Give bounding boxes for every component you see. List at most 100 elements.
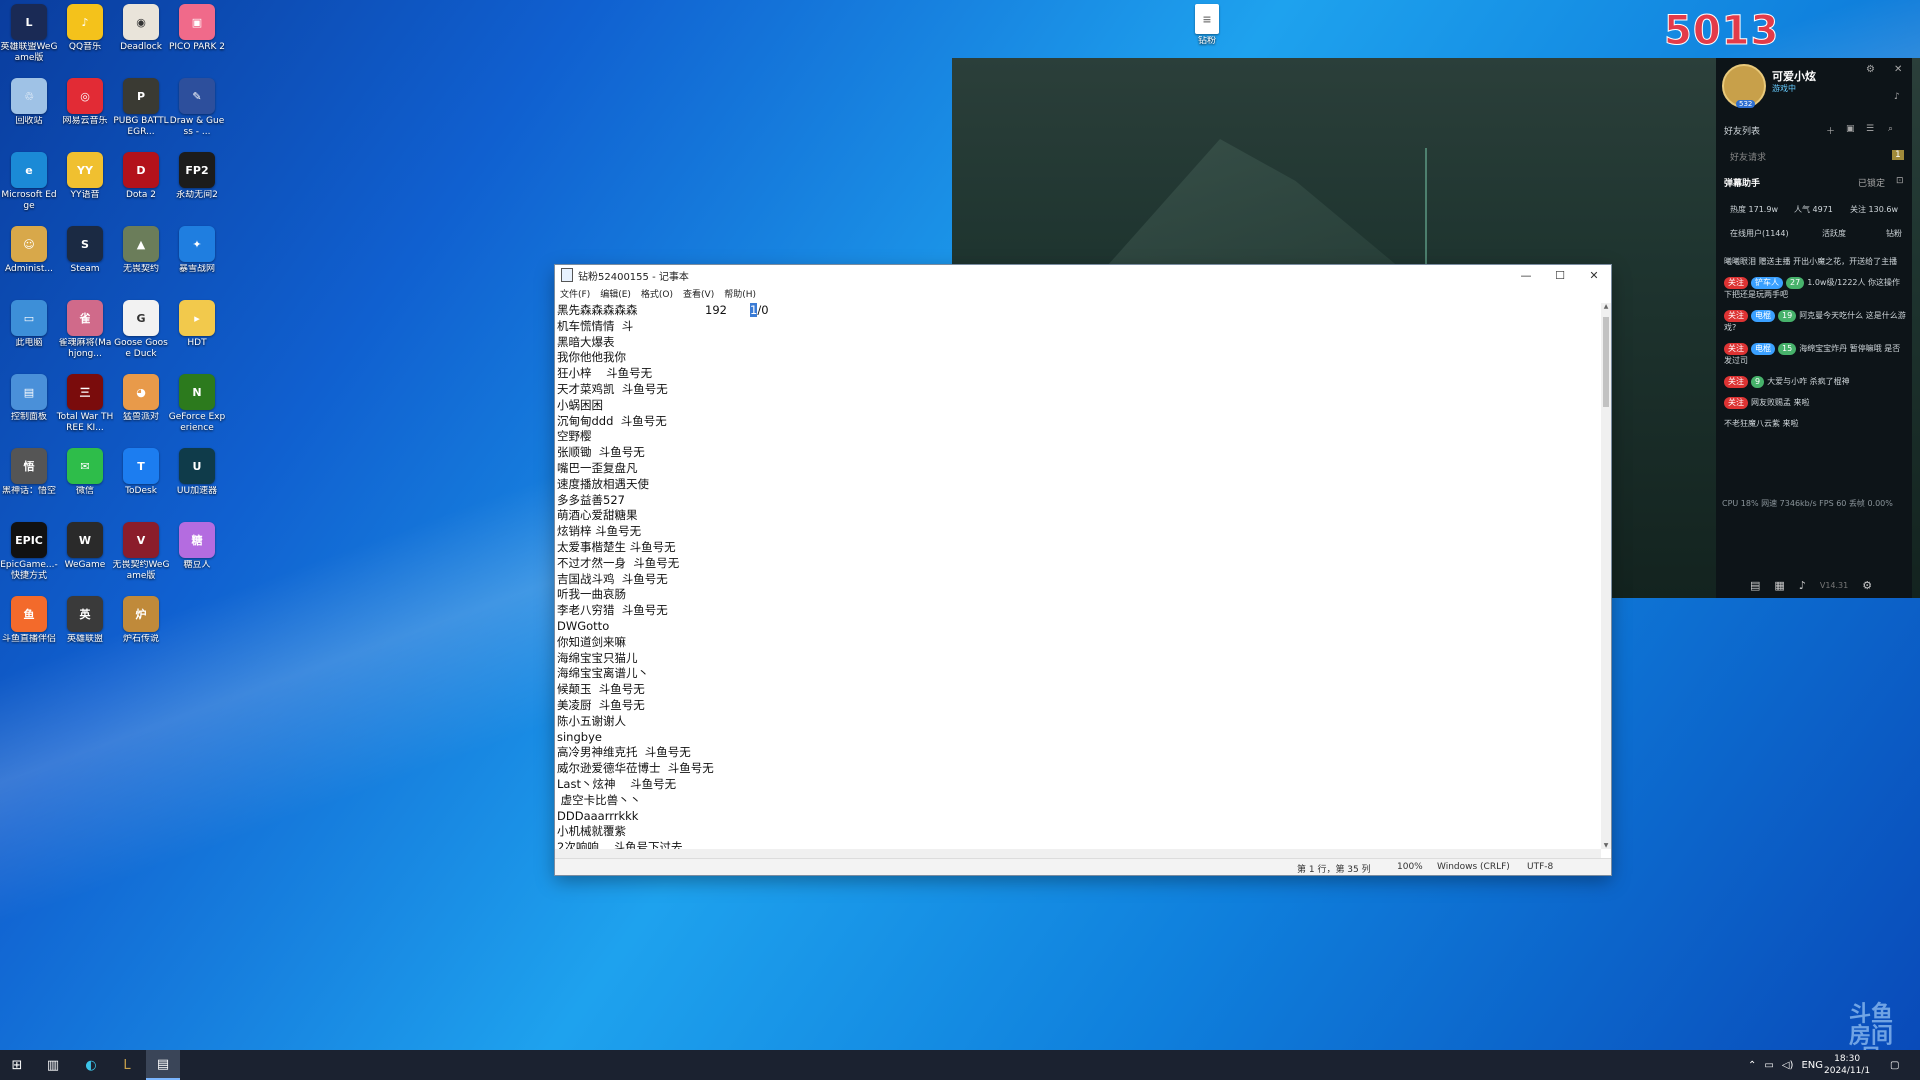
desktop-icon[interactable]: T ToDesk xyxy=(112,448,170,497)
notepad-window[interactable]: 钻粉52400155 - 记事本 — ☐ ✕ 文件(F) 编辑(E) 格式(O)… xyxy=(555,265,1611,875)
tab-diamond-fans[interactable]: 钻粉 xyxy=(1886,228,1902,239)
desktop-icon[interactable]: YY YY语音 xyxy=(56,152,114,201)
tab-activity[interactable]: 活跃度 xyxy=(1822,228,1846,239)
list-icon[interactable]: ☰ xyxy=(1866,124,1874,134)
desktop-icon[interactable]: ✉ 微信 xyxy=(56,448,114,497)
qqmusic-icon: ♪ xyxy=(67,4,103,40)
text-line: DWGotto xyxy=(557,618,610,633)
desktop-icon[interactable]: U UU加速器 xyxy=(168,448,226,497)
desktop-icon[interactable]: EPIC EpicGame...- 快捷方式 xyxy=(0,522,58,582)
desktop-icon[interactable]: ◎ 网易云音乐 xyxy=(56,78,114,127)
settings-icon[interactable]: ⚙ xyxy=(1866,64,1875,75)
text-editor[interactable]: 黑先森森森森森 192 1/0 机车慌情情 斗黑暗大爆表 我你他他我你 狂小梓 斗鱼号无… xyxy=(555,303,1601,849)
hearthstone-icon: 炉 xyxy=(123,596,159,632)
notification-icon[interactable]: ▢ xyxy=(1890,1050,1899,1080)
desktop-icon[interactable]: ✎ Draw & Guess - ... xyxy=(168,78,226,138)
deadlock-icon: ◉ xyxy=(123,4,159,40)
vertical-scrollbar[interactable]: ▲ ▼ xyxy=(1601,303,1611,849)
desktop-icon[interactable]: ▸ HDT xyxy=(168,300,226,349)
notepad-taskbar-button[interactable]: ▤ xyxy=(146,1050,180,1080)
close-button[interactable]: ✕ xyxy=(1577,265,1611,285)
lol2-icon: 英 xyxy=(67,596,103,632)
desktop-icon[interactable]: FP2 永劫无间2 xyxy=(168,152,226,201)
chat-text: 大爱与小咋 杀疯了棍神 xyxy=(1767,377,1850,386)
desktop-icon-label: 炉石传说 xyxy=(122,634,159,644)
desktop-icon[interactable]: 悟黑神话：悟空 xyxy=(0,448,58,497)
desktop-file-zuanfen[interactable]: ≡ 钻粉 xyxy=(1178,4,1236,47)
desktop-icon[interactable]: W WeGame xyxy=(56,522,114,571)
desktop-icon[interactable]: ◕ 猛兽派对 xyxy=(112,374,170,423)
desktop-icon[interactable]: 鱼斗鱼直播伴侣 xyxy=(0,596,58,645)
desktop-icon[interactable]: ☺ Administ... xyxy=(0,226,58,275)
desktop-icon[interactable]: 雀雀魂麻将(Mahjong... xyxy=(56,300,114,360)
menu-edit[interactable]: 编辑(E) xyxy=(595,287,636,300)
network-icon[interactable]: ▭ xyxy=(1764,1060,1773,1071)
desktop-icon-label: WeGame xyxy=(64,560,106,570)
encoding: UTF-8 xyxy=(1527,862,1554,872)
title-bar[interactable]: 钻粉52400155 - 记事本 — ☐ ✕ xyxy=(555,265,1611,285)
scroll-down-icon[interactable]: ▼ xyxy=(1601,842,1611,849)
search-icon[interactable]: ⌕ xyxy=(1888,124,1893,134)
scroll-up-icon[interactable]: ▲ xyxy=(1601,303,1611,310)
edge-taskbar-button[interactable]: ◐ xyxy=(74,1050,108,1080)
desktop-icon[interactable]: 糖糖豆人 xyxy=(168,522,226,571)
desktop-icon[interactable]: V 无畏契约WeGame版 xyxy=(112,522,170,582)
friends-list-label[interactable]: 好友列表 xyxy=(1724,124,1760,137)
steam-icon: S xyxy=(67,226,103,262)
clock[interactable]: 18:30 2024/11/1 xyxy=(1824,1050,1870,1080)
close-icon[interactable]: ✕ xyxy=(1894,64,1902,75)
level-badge: 15 xyxy=(1778,343,1797,355)
desktop-icon[interactable]: ▲ 无畏契约 xyxy=(112,226,170,275)
menu-format[interactable]: 格式(O) xyxy=(636,287,678,300)
mic-icon[interactable]: ♪ xyxy=(1799,579,1806,592)
chat-message: 关注 电棍 19 阿克曼今天吃什么 这是什么游戏? xyxy=(1716,310,1912,343)
screen-icon[interactable]: ▦ xyxy=(1774,579,1784,592)
text-line: 张顺锄 斗鱼号无 xyxy=(557,445,645,460)
desktop-icon[interactable]: ♪ QQ音乐 xyxy=(56,4,114,53)
desktop-icon[interactable]: ♲ 回收站 xyxy=(0,78,58,127)
fan-badge: 电棍 xyxy=(1751,343,1775,355)
chevron-up-icon[interactable]: ⌃ xyxy=(1748,1060,1756,1071)
desktop-icon[interactable]: ▤ 控制面板 xyxy=(0,374,58,423)
menu-view[interactable]: 查看(V) xyxy=(678,287,719,300)
bell-icon[interactable]: ♪ xyxy=(1894,92,1900,102)
desktop-icon[interactable]: G Goose Goose Duck xyxy=(112,300,170,360)
desktop-icon[interactable]: P PUBG BATTLEGR... xyxy=(112,78,170,138)
desktop-icon[interactable]: S Steam xyxy=(56,226,114,275)
desktop-icon[interactable]: ▣ PICO PARK 2 xyxy=(168,4,226,53)
yy-icon: YY xyxy=(67,152,103,188)
menu-help[interactable]: 帮助(H) xyxy=(719,287,761,300)
tab-online-users[interactable]: 在线用户(1144) xyxy=(1730,228,1789,239)
level-badge: 9 xyxy=(1751,376,1765,388)
lock-icon[interactable]: ⊡ xyxy=(1896,176,1904,186)
desktop-icon[interactable]: 英英雄联盟 xyxy=(56,596,114,645)
desktop-icon[interactable]: ◉ Deadlock xyxy=(112,4,170,53)
desktop-icon[interactable]: 炉炉石传说 xyxy=(112,596,170,645)
totalwar-icon: 三 xyxy=(67,374,103,410)
lol-taskbar-button[interactable]: L xyxy=(110,1050,144,1080)
task-view-button[interactable]: ▥ xyxy=(36,1050,70,1080)
volume-icon[interactable]: ◁) xyxy=(1782,1060,1794,1071)
language-indicator[interactable]: ENG xyxy=(1801,1060,1823,1071)
text-line: 空野樱 xyxy=(557,429,592,444)
friend-request-label[interactable]: 好友请求 xyxy=(1730,150,1766,163)
start-button[interactable]: ⊞ xyxy=(0,1050,34,1080)
minimize-button[interactable]: — xyxy=(1509,265,1543,285)
scroll-thumb[interactable] xyxy=(1603,317,1609,407)
desktop-icon[interactable]: 三 Total War THREE KI... xyxy=(56,374,114,434)
desktop-icon[interactable]: D Dota 2 xyxy=(112,152,170,201)
add-friend-icon[interactable]: ＋ xyxy=(1826,124,1835,137)
desktop-icon[interactable]: ▭ 此电脑 xyxy=(0,300,58,349)
desktop-icon[interactable]: ✦ 暴雪战网 xyxy=(168,226,226,275)
desktop-icon[interactable]: N GeForce Experience xyxy=(168,374,226,434)
gear-icon[interactable]: ⚙ xyxy=(1862,579,1872,592)
folder-icon[interactable]: ▣ xyxy=(1846,124,1855,134)
desktop-icon[interactable]: L 英雄联盟WeGame版 xyxy=(0,4,58,64)
douyu-panel: 532 可爱小炫 游戏中 ⚙ ✕ ♪ 好友列表 ＋ ▣ ☰ ⌕ 好友请求 1 弹… xyxy=(1716,58,1912,598)
fan-badge: 电棍 xyxy=(1751,310,1775,322)
maximize-button[interactable]: ☐ xyxy=(1543,265,1577,285)
menu-file[interactable]: 文件(F) xyxy=(555,287,595,300)
text-line: 李老八穷猎 斗鱼号无 xyxy=(557,603,668,618)
desktop-icon[interactable]: e Microsoft Edge xyxy=(0,152,58,212)
chat-icon[interactable]: ▤ xyxy=(1750,579,1760,592)
